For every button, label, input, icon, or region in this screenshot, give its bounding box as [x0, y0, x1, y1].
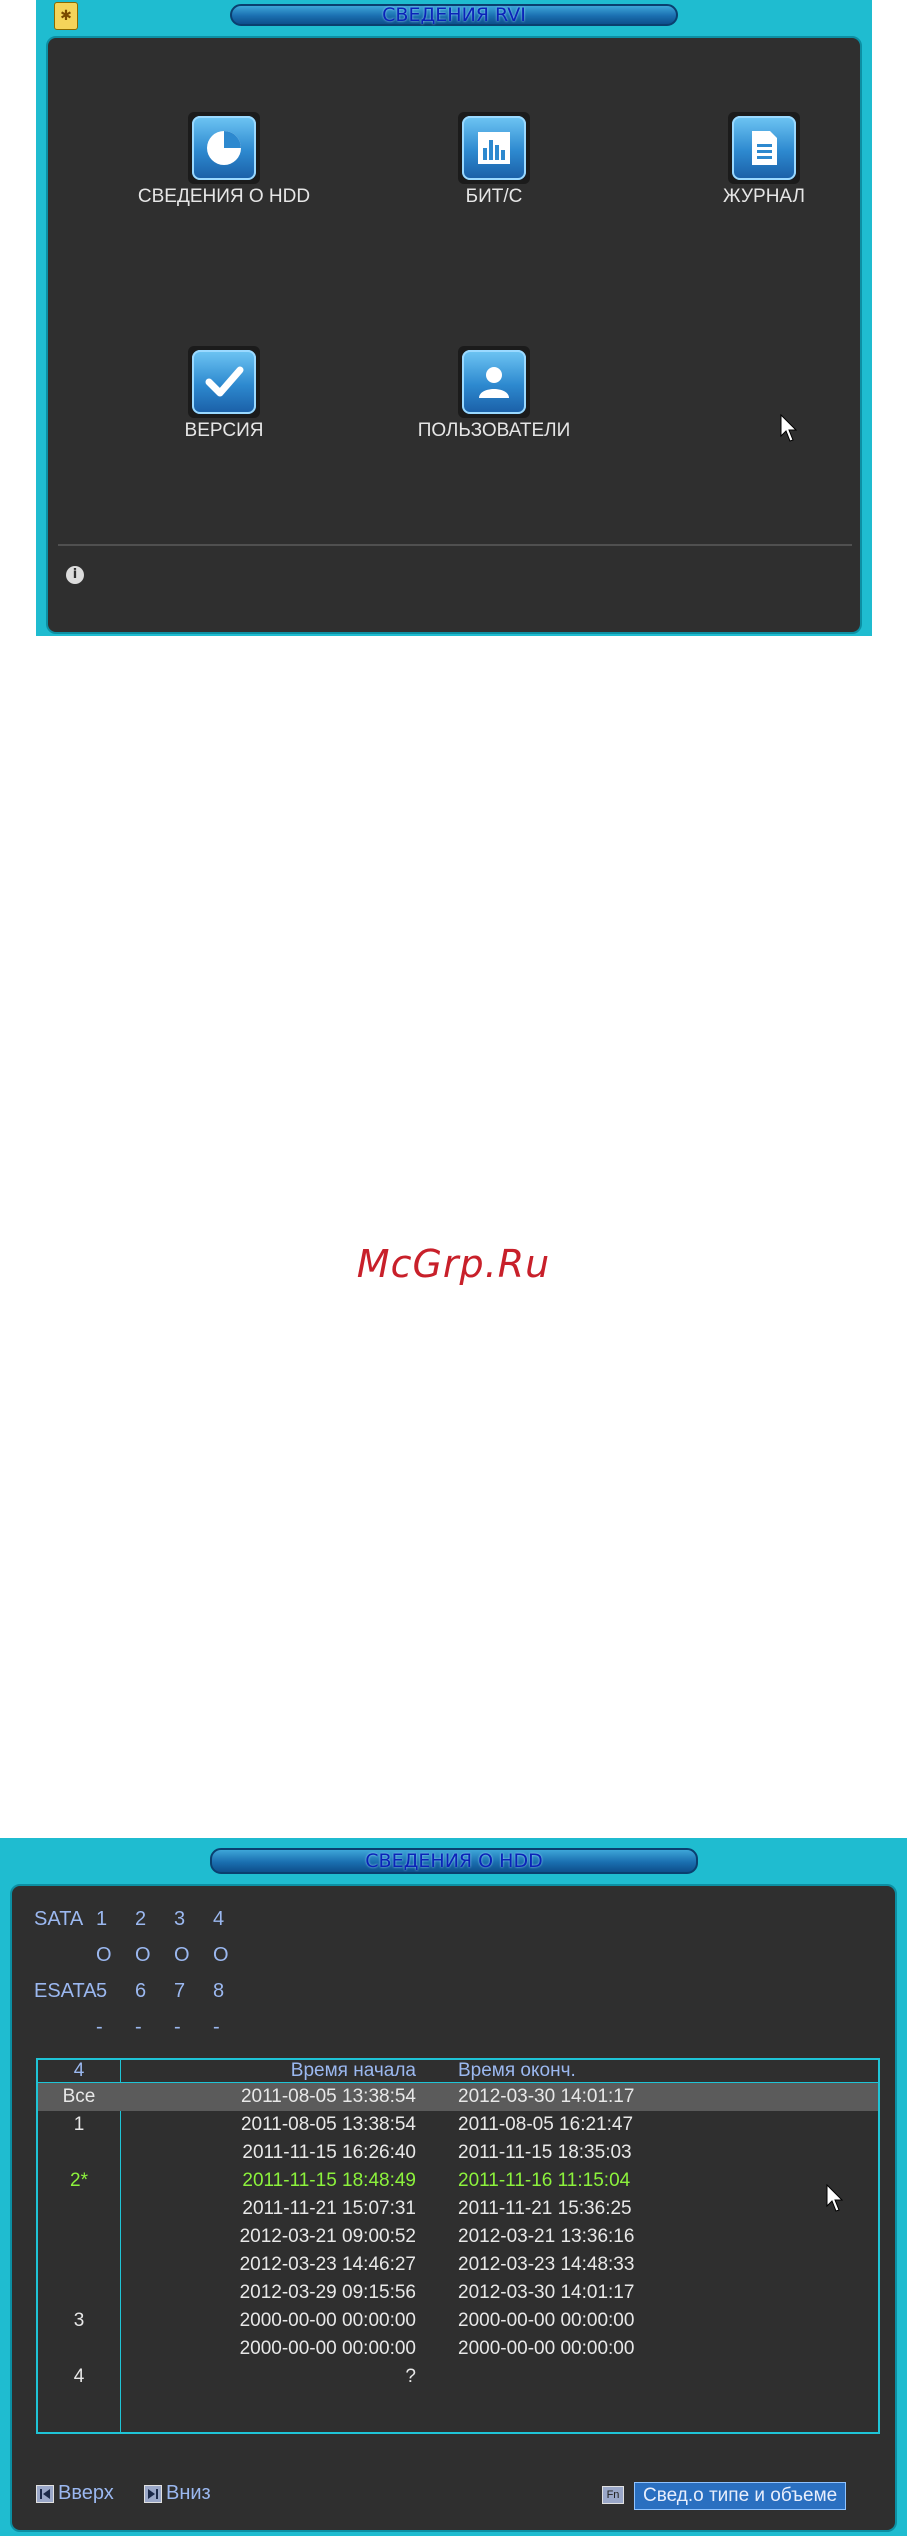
sata-status: O [174, 1944, 190, 1966]
cell-start: 2011-11-15 18:48:49 [242, 2170, 416, 2191]
cell-disk: Все [62, 2086, 96, 2107]
table-row[interactable]: 4 ? [38, 2363, 878, 2391]
table-row[interactable]: 2012-03-23 14:46:27 2012-03-23 14:48:33 [38, 2251, 878, 2279]
cell-start: 2012-03-23 14:46:27 [239, 2254, 416, 2275]
esata-status: - [96, 2016, 103, 2038]
info-icon: i [66, 566, 84, 584]
page-down-label: Вниз [166, 2482, 211, 2504]
table-row[interactable]: 2012-03-29 09:15:56 2012-03-30 14:01:17 [38, 2279, 878, 2307]
tile-bitrate-label: БИТ/С [465, 186, 523, 207]
header-start-time: Время начала [290, 2060, 416, 2081]
user-icon [479, 367, 509, 398]
pie-chart-icon [207, 131, 241, 165]
cell-end: 2012-03-30 14:01:17 [458, 2282, 635, 2303]
hdd-info-window: СВЕДЕНИЯ О HDD SATA 1 2 3 4 O O O O ESAT… [0, 1838, 907, 2536]
sata-port: 3 [174, 1908, 186, 1930]
tile-version-label: ВЕРСИЯ [184, 420, 264, 441]
sata-status: O [96, 1944, 112, 1966]
cell-start: 2011-11-21 15:07:31 [242, 2198, 416, 2219]
document-icon [752, 131, 777, 165]
tile-users-label: ПОЛЬЗОВАТЕЛИ [417, 420, 571, 441]
sata-port: 4 [213, 1908, 225, 1930]
cell-end: 2012-03-23 14:48:33 [458, 2254, 635, 2275]
sata-label: SATA [34, 1908, 84, 1930]
cell-disk: 4 [73, 2366, 85, 2387]
page-up-label: Вверх [58, 2482, 114, 2504]
esata-status: - [135, 2016, 142, 2038]
header-end-time: Время оконч. [458, 2060, 576, 2081]
system-info-panel: СВЕДЕНИЯ О HDD БИТ/С ЖУРНАЛ ВЕРСИЯ ПОЛЬЗ… [46, 36, 862, 634]
bar-chart-icon [478, 132, 510, 164]
sata-port: 1 [96, 1908, 108, 1930]
table-row[interactable]: 2* 2011-11-15 18:48:49 2011-11-16 11:15:… [38, 2167, 878, 2195]
sata-status: O [213, 1944, 229, 1966]
tile-hdd-info-label: СВЕДЕНИЯ О HDD [137, 186, 311, 207]
cell-start: 2011-08-05 13:38:54 [240, 2086, 416, 2107]
cell-end: 2012-03-21 13:36:16 [458, 2226, 635, 2247]
table-row[interactable]: 2011-11-21 15:07:31 2011-11-21 15:36:25 [38, 2195, 878, 2223]
system-info-icon: ✱ [54, 2, 78, 30]
esata-status: - [174, 2016, 181, 2038]
cell-end: 2011-11-21 15:36:25 [458, 2198, 632, 2219]
tile-log-label: ЖУРНАЛ [723, 186, 805, 207]
sata-port: 2 [135, 1908, 147, 1930]
cell-disk: 2* [70, 2170, 88, 2191]
esata-port: 8 [213, 1980, 225, 2002]
esata-status: - [213, 2016, 220, 2038]
cell-end: 2000-00-00 00:00:00 [458, 2338, 635, 2359]
drive-port-grid: SATA 1 2 3 4 O O O O ESATA 5 6 7 8 - - -… [34, 1908, 334, 2044]
checkmark-icon [205, 366, 244, 397]
cell-start: 2011-11-15 16:26:40 [242, 2142, 416, 2163]
cell-start: 2000-00-00 00:00:00 [239, 2338, 416, 2359]
cell-end: 2000-00-00 00:00:00 [458, 2310, 635, 2331]
cell-end: 2011-11-15 18:35:03 [458, 2142, 632, 2163]
tile-bitrate[interactable]: БИТ/С [374, 112, 614, 208]
table-row[interactable]: 2000-00-00 00:00:00 2000-00-00 00:00:00 [38, 2335, 878, 2363]
tile-users[interactable]: ПОЛЬЗОВАТЕЛИ [374, 346, 614, 442]
window-title-bar: СВЕДЕНИЯ RVI [230, 4, 678, 26]
sata-status: O [135, 1944, 151, 1966]
window-title-bar: СВЕДЕНИЯ О HDD [210, 1848, 698, 1874]
cell-start: 2000-00-00 00:00:00 [239, 2310, 416, 2331]
esata-label: ESATA [34, 1980, 97, 2002]
esata-port: 6 [135, 1980, 147, 2002]
cell-start: ? [405, 2366, 416, 2387]
table-row[interactable]: 1 2011-08-05 13:38:54 2011-08-05 16:21:4… [38, 2111, 878, 2139]
cell-end: 2011-08-05 16:21:47 [458, 2114, 634, 2135]
table-row[interactable]: Все 2011-08-05 13:38:54 2012-03-30 14:01… [38, 2083, 878, 2111]
tile-version[interactable]: ВЕРСИЯ [104, 346, 344, 442]
cell-end: 2011-11-16 11:15:04 [458, 2170, 631, 2191]
mouse-cursor-icon [780, 414, 798, 442]
esata-port: 7 [174, 1980, 186, 2002]
mouse-cursor-icon [826, 2184, 844, 2212]
window-title: СВЕДЕНИЯ О HDD [365, 1850, 543, 1872]
table-row[interactable]: 2012-03-21 09:00:52 2012-03-21 13:36:16 [38, 2223, 878, 2251]
cell-end: 2012-03-30 14:01:17 [458, 2086, 635, 2107]
table-header: 4 Время начала Время оконч. [38, 2060, 878, 2082]
recording-period-table: 4 Время начала Время оконч. Все 2011-08-… [36, 2058, 880, 2434]
page-up-icon [36, 2484, 54, 2503]
page-down-button[interactable]: Вниз [144, 2482, 211, 2505]
fn-key-icon[interactable]: Fn [602, 2486, 624, 2504]
cell-disk: 1 [73, 2114, 85, 2135]
tile-log[interactable]: ЖУРНАЛ [644, 112, 884, 208]
cell-disk: 3 [73, 2310, 85, 2331]
cell-start: 2011-08-05 13:38:54 [240, 2114, 416, 2135]
cell-start: 2012-03-21 09:00:52 [239, 2226, 416, 2247]
table-row[interactable]: 3 2000-00-00 00:00:00 2000-00-00 00:00:0… [38, 2307, 878, 2335]
watermark-text: McGrp.Ru [356, 1242, 551, 1286]
cell-start: 2012-03-29 09:15:56 [239, 2282, 416, 2303]
esata-port: 5 [96, 1980, 108, 2002]
table-row[interactable]: 2011-11-15 16:26:40 2011-11-15 18:35:03 [38, 2139, 878, 2167]
header-disk-count: 4 [73, 2060, 85, 2081]
hint-divider [58, 544, 852, 546]
page-down-icon [144, 2484, 162, 2503]
page-up-button[interactable]: Вверх [36, 2482, 114, 2505]
type-capacity-button[interactable]: Свед.о типе и объеме [634, 2482, 847, 2510]
hdd-info-panel: SATA 1 2 3 4 O O O O ESATA 5 6 7 8 - - -… [10, 1884, 897, 2532]
system-info-window: ✱ СВЕДЕНИЯ RVI СВЕДЕНИЯ О HDD БИТ/С ЖУРН… [36, 0, 872, 636]
tile-hdd-info[interactable]: СВЕДЕНИЯ О HDD [104, 112, 344, 208]
bottom-bar: Вверх Вниз Fn Свед.о типе и объеме [36, 2480, 876, 2512]
window-title: СВЕДЕНИЯ RVI [382, 4, 526, 26]
